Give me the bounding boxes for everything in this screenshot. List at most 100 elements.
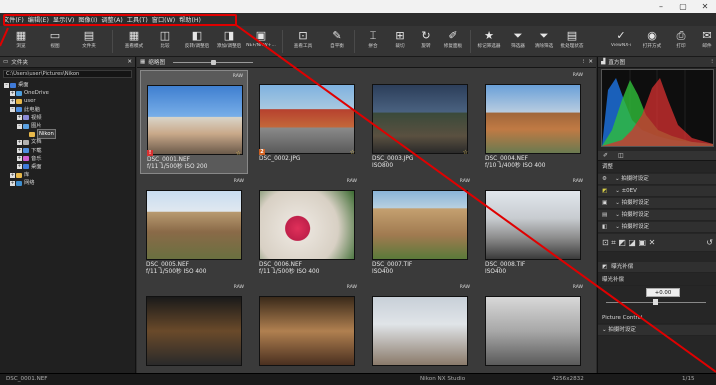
minimize-button[interactable]: – (650, 0, 672, 13)
toolbar-toggle-button[interactable]: ◧ 反转/调整后 (180, 28, 214, 55)
toolbar-compare-button[interactable]: ◫ 比较 (148, 28, 182, 55)
label-flag-icon: ! (147, 150, 153, 156)
thumbnail-image[interactable] (485, 296, 581, 366)
tree-node[interactable]: + 库 (0, 171, 135, 179)
thumbnail-image[interactable] (259, 296, 355, 366)
toolbar-batch-button[interactable]: ▤ 批处理状态 (555, 28, 589, 55)
thumbnail-image[interactable] (485, 84, 581, 154)
thumbnail-caption: DSC_0003.JPG ISO800 (372, 156, 414, 169)
adjust-panel: ▟ 直方图 ⁝ ✐ ◫ 调整 ⚙ ⌄ 拍摄时设定 ◩ ⌄ ±0EV ▣ ⌄ 拍摄时设定… (597, 57, 716, 373)
raw-badge: RAW (346, 285, 357, 290)
panel-menu-icon[interactable]: ⁝ (583, 59, 585, 65)
tree-node[interactable]: + user (0, 97, 135, 105)
toolbar-add-button[interactable]: ◨ 添加/调整后 (212, 28, 246, 55)
thumbnail-image[interactable] (146, 190, 242, 260)
close-button[interactable]: ✕ (694, 0, 716, 13)
toolbar: ▦ 浏览 ▭ 视图 ▤ 文件夹 ▦ 查看模式 ◫ 比较 ◧ 反转/调整后 ◨ 添加/调整后 ▣… (0, 26, 716, 57)
toolbar-auto-button[interactable]: ✎ 自平衡 (320, 28, 354, 55)
expand-icon[interactable]: + (17, 139, 22, 145)
adjust-row-active[interactable]: ◧ ⌄ 拍摄时设定 (598, 222, 716, 233)
toolbar-browse-button[interactable]: ▦ 浏览 (4, 28, 38, 55)
reset-icon[interactable]: ↺ (706, 234, 713, 251)
tree-node[interactable]: + OneDrive (0, 89, 135, 97)
tree-node[interactable]: + 文档 (0, 138, 135, 146)
tree-node[interactable]: – 图片 (0, 122, 135, 130)
toolbar-view-mode-button[interactable]: ▦ 查看模式 (117, 28, 151, 55)
star-icon: ☆ (235, 150, 241, 157)
picture-control-header[interactable]: Picture Control (598, 313, 716, 324)
thumbnail-size-slider[interactable] (173, 59, 254, 65)
exposure-slider-handle[interactable] (653, 299, 658, 305)
panel-menu-icon[interactable]: ⁝ (711, 59, 713, 65)
tree-node[interactable]: + 网络 (0, 179, 135, 187)
thumbnail-cell[interactable]: RAW (140, 282, 248, 385)
expand-icon[interactable]: + (17, 164, 22, 170)
toolbar-viewnx-button[interactable]: ✓ ViewNX-i (604, 28, 638, 55)
thumbnail-image[interactable] (259, 190, 355, 260)
tree-node[interactable]: + 下载 (0, 147, 135, 155)
maximize-button[interactable]: ▢ (672, 0, 694, 13)
folder-path-field[interactable]: C:\Users\user\Pictures\Nikon (3, 70, 132, 78)
tree-node[interactable]: + 视频 (0, 114, 135, 122)
adjust-row-wb[interactable]: ▣ ⌄ 拍摄时设定 (598, 198, 716, 209)
panel-close-icon[interactable]: ✕ (127, 59, 132, 65)
adjust-row-settings[interactable]: ⚙ ⌄ 拍摄时设定 (598, 174, 716, 185)
expand-icon[interactable]: + (17, 148, 22, 154)
thumbnail-cell[interactable]: RAW DSC_0004.NEF f/10 1/400秒 ISO 400 (479, 70, 587, 174)
expand-icon[interactable]: + (10, 172, 15, 178)
expand-icon[interactable]: + (10, 180, 15, 186)
tree-node[interactable]: – 此电脑 (0, 106, 135, 114)
thumbnail-image[interactable] (372, 84, 468, 154)
library-icon (16, 172, 22, 178)
tree-node[interactable]: + 音乐 (0, 155, 135, 163)
picture-control-select[interactable]: ⌄ 拍摄时设定 (598, 325, 716, 336)
toolbar-folder-button[interactable]: ▤ 文件夹 (72, 28, 106, 55)
thumbnail-image[interactable] (147, 85, 243, 155)
toolbar-view-button[interactable]: ▭ 视图 (38, 28, 72, 55)
thumbnail-cell[interactable]: RAW DSC_0008.TIF ISO400 (479, 176, 587, 280)
thumbnail-cell[interactable]: 2 ☆ DSC_0002.JPG (253, 70, 361, 174)
exposure-icon: ◩ (602, 264, 608, 270)
thumbnail-cell[interactable]: RAW (253, 282, 361, 385)
thumbnail-cell[interactable]: RAW ! ☆ DSC_0001.NEF f/11 1/500秒 ISO 200 (140, 70, 248, 174)
thumbnail-image[interactable] (372, 190, 468, 260)
collapse-icon[interactable]: – (17, 123, 22, 129)
batch-icon: ▤ (566, 29, 578, 42)
edit-tab-icon[interactable]: ✐ (603, 152, 608, 159)
expand-icon[interactable]: + (17, 115, 22, 121)
expand-icon[interactable]: + (10, 90, 15, 96)
collapse-icon[interactable]: – (4, 82, 9, 88)
collapse-icon[interactable]: – (10, 107, 15, 113)
tree-node[interactable]: – 桌面 (0, 81, 135, 89)
thumbnail-cell[interactable]: RAW DSC_0006.NEF f/11 1/500秒 ISO 400 (253, 176, 361, 280)
thumbnail-image[interactable] (372, 296, 468, 366)
thumbnail-image[interactable] (259, 84, 355, 154)
thumbnail-cell[interactable]: ☆ DSC_0003.JPG ISO800 (366, 70, 474, 174)
thumbnail-cell[interactable]: RAW DSC_0005.NEF f/11 1/500秒 ISO 400 (140, 176, 248, 280)
slider-handle[interactable] (211, 59, 217, 65)
info-tab-icon[interactable]: ◫ (618, 152, 624, 159)
thumbnail-cell[interactable]: RAW (479, 282, 587, 385)
toolbar-tool-button[interactable]: ⊡ 查看工具 (286, 28, 320, 55)
raw-badge: RAW (459, 179, 470, 184)
expand-icon[interactable]: + (10, 98, 15, 104)
toolbar-retouch-button[interactable]: ✐ 修复面板 (436, 28, 470, 55)
tool-icon[interactable]: ⊡ ⌗ ◩ ◪ ▣ ✕ (602, 238, 655, 247)
status-filename: DSC_0001.NEF (6, 376, 48, 382)
tree-node[interactable]: + 桌面 (0, 163, 135, 171)
toolbar-nef-button[interactable]: ▣ NEF/NRW+... (244, 28, 278, 55)
thumbnail-cell[interactable]: RAW DSC_0007.TIF ISO400 (366, 176, 474, 280)
expand-icon[interactable]: + (17, 156, 22, 162)
thumbnail-cell[interactable]: RAW (366, 282, 474, 385)
thumbnail-caption: DSC_0004.NEF f/10 1/400秒 ISO 400 (485, 156, 546, 169)
adjust-row-exposure[interactable]: ◩ ⌄ ±0EV (598, 186, 716, 197)
exposure-section-header[interactable]: ◩ 曝光补偿 (598, 262, 716, 273)
desktop-folder-icon (23, 164, 29, 170)
panel-close-icon[interactable]: ✕ (588, 59, 593, 65)
toolbar-mail-button[interactable]: ✉ 邮件 (690, 28, 716, 55)
thumbnail-image[interactable] (485, 190, 581, 260)
exposure-value-field[interactable]: +0.00 (646, 288, 680, 297)
adjust-row-picture[interactable]: ▤ ⌄ 拍摄时设定 (598, 210, 716, 221)
tree-node-selected[interactable]: Nikon (0, 129, 135, 140)
thumbnail-image[interactable] (146, 296, 242, 366)
